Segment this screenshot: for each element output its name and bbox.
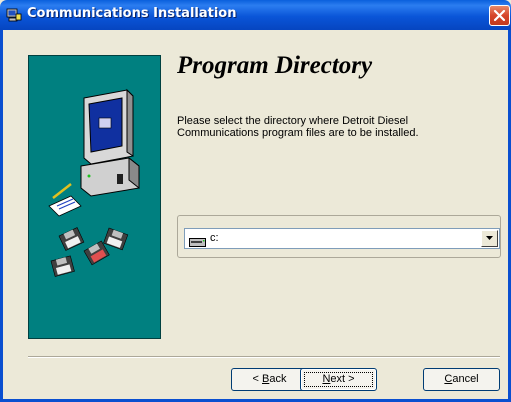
close-button[interactable]: [489, 5, 510, 26]
back-prefix: <: [252, 373, 262, 385]
next-button[interactable]: Next >: [300, 368, 377, 391]
page-heading: Program Directory: [177, 52, 373, 79]
title-bar[interactable]: Communications Installation: [0, 0, 511, 30]
cancel-button[interactable]: Cancel: [423, 368, 500, 391]
setup-app-icon: [6, 7, 22, 23]
button-separator: [28, 356, 500, 358]
chevron-down-icon: [486, 236, 493, 240]
back-label: ack: [269, 373, 287, 385]
drive-select-value: c:: [210, 232, 219, 244]
focus-rect: [304, 372, 373, 387]
computer-disks-illustration: [48, 88, 140, 277]
back-button[interactable]: < Back: [231, 368, 308, 391]
setup-side-panel: [28, 55, 161, 339]
close-icon: [493, 9, 506, 22]
drive-select[interactable]: c:: [184, 228, 500, 249]
window-title: Communications Installation: [27, 6, 237, 21]
cancel-label: ancel: [452, 373, 479, 385]
hard-drive-icon: [189, 234, 206, 247]
window-frame-left: [0, 30, 3, 402]
page-description: Please select the directory where Detroi…: [177, 115, 419, 139]
dropdown-button[interactable]: [481, 230, 498, 247]
